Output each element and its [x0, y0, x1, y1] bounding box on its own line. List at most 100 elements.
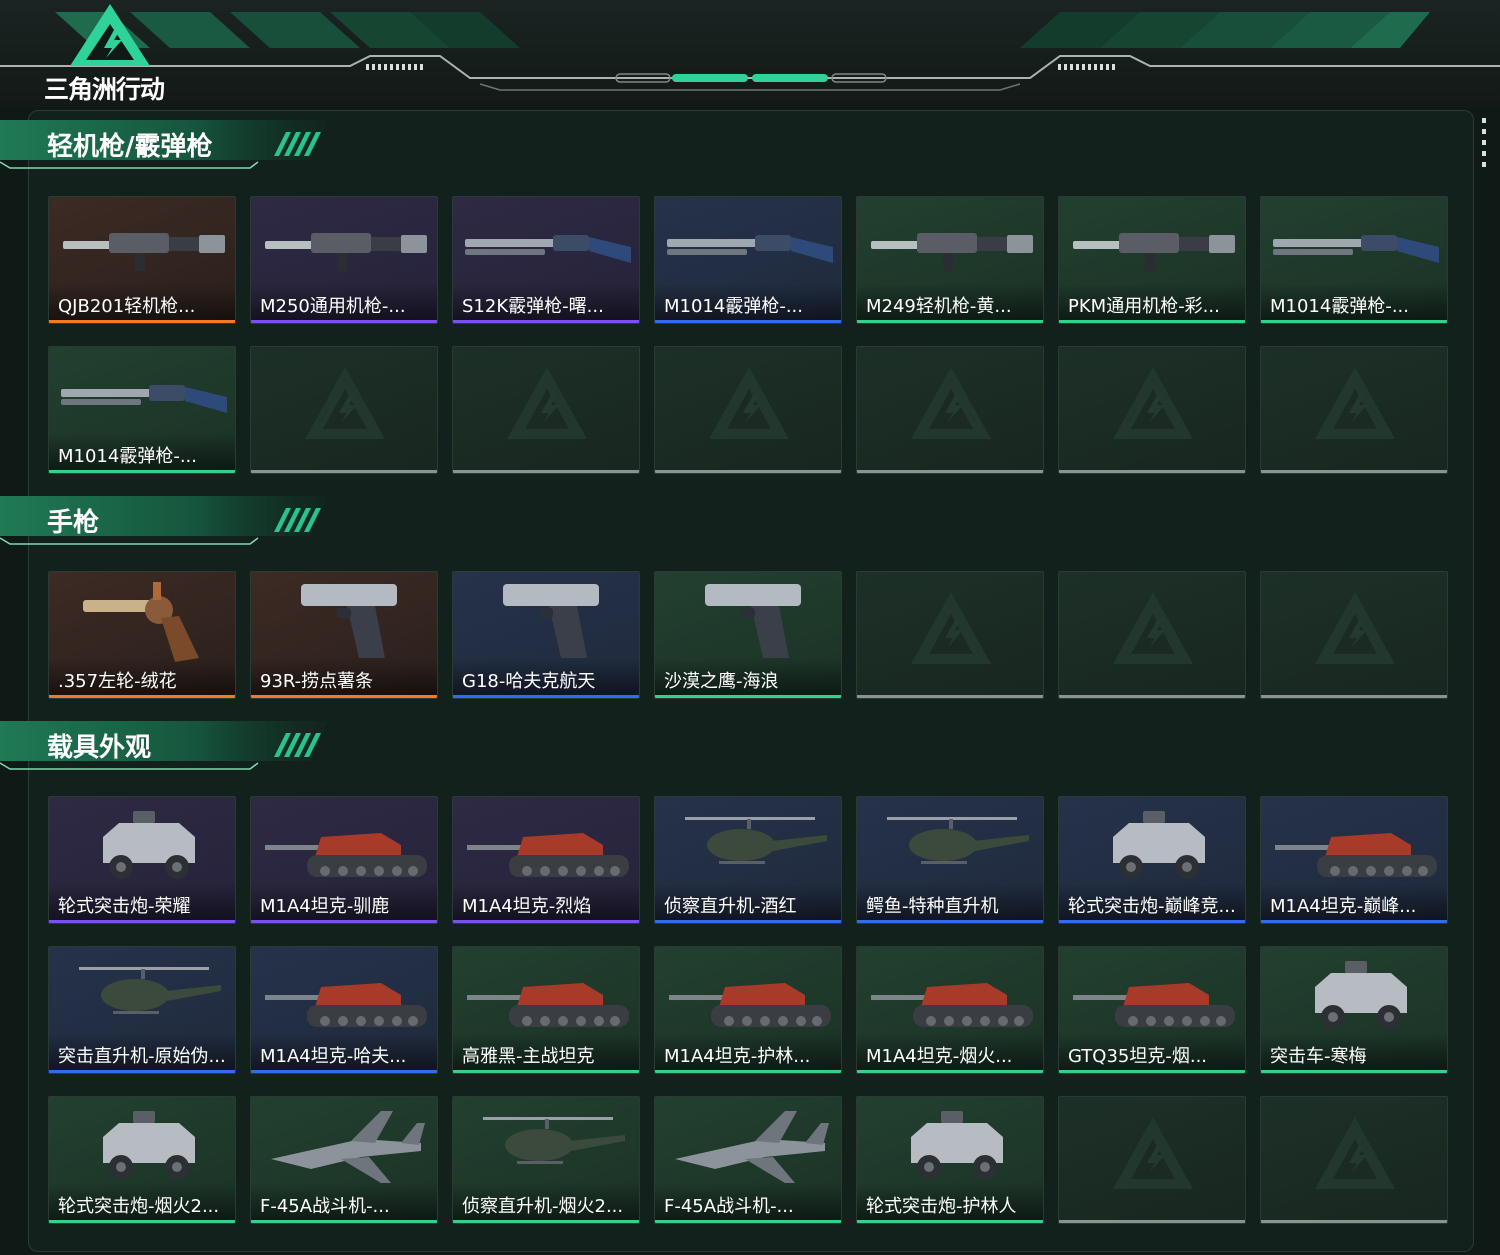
rarity-bar	[49, 695, 235, 698]
item-name: M250通用机枪-...	[260, 296, 406, 317]
item-card[interactable]: 93R-捞点薯条	[250, 571, 438, 699]
helicopter-icon	[685, 817, 827, 864]
item-card[interactable]: 轮式突击炮-烟火2...	[48, 1096, 236, 1224]
item-name: M249轻机枪-黄...	[866, 296, 1012, 317]
item-card[interactable]: M1A4坦克-烈焰	[452, 796, 640, 924]
delta-watermark-icon	[1113, 592, 1193, 664]
item-card[interactable]: S12K霰弹枪-曙...	[452, 196, 640, 324]
tank-icon	[265, 833, 427, 877]
item-card[interactable]: F-45A战斗机-...	[654, 1096, 842, 1224]
delta-watermark-icon	[1315, 367, 1395, 439]
item-name: F-45A战斗机-...	[664, 1196, 794, 1217]
item-card[interactable]: M1014霰弹枪-...	[654, 196, 842, 324]
shotgun-icon	[61, 385, 227, 413]
item-card[interactable]: 突击直升机-原始伪...	[48, 946, 236, 1074]
machine-gun-icon	[871, 233, 1033, 271]
rarity-bar	[655, 1220, 841, 1223]
rarity-bar	[655, 470, 841, 473]
empty-item-slot	[856, 571, 1044, 699]
item-card[interactable]: M1A4坦克-驯鹿	[250, 796, 438, 924]
item-name: 沙漠之鹰-海浪	[664, 671, 779, 692]
scrollbar[interactable]	[1482, 118, 1486, 178]
rarity-bar	[857, 1220, 1043, 1223]
rarity-bar	[857, 920, 1043, 923]
armored-car-icon	[1315, 961, 1407, 1029]
rarity-bar	[1261, 1070, 1447, 1073]
item-card[interactable]: M250通用机枪-...	[250, 196, 438, 324]
shotgun-icon	[465, 235, 631, 263]
helicopter-icon	[483, 1117, 625, 1164]
item-name: 侦察直升机-烟火2...	[462, 1196, 624, 1217]
empty-item-slot	[1260, 1096, 1448, 1224]
item-card[interactable]: M1A4坦克-巅峰...	[1260, 796, 1448, 924]
delta-watermark-icon	[911, 592, 991, 664]
item-card[interactable]: M249轻机枪-黄...	[856, 196, 1044, 324]
delta-watermark-icon	[507, 367, 587, 439]
item-card[interactable]: 轮式突击炮-巅峰竞...	[1058, 796, 1246, 924]
item-card[interactable]: 轮式突击炮-护林人	[856, 1096, 1044, 1224]
item-name	[664, 444, 840, 470]
item-name: M1A4坦克-驯鹿	[260, 896, 390, 917]
item-card[interactable]: M1014霰弹枪-...	[48, 346, 236, 474]
item-name: 轮式突击炮-护林人	[866, 1196, 1017, 1217]
logo-text: 三角洲行动	[44, 75, 165, 104]
item-name: QJB201轻机枪...	[58, 296, 196, 317]
rarity-bar	[655, 320, 841, 323]
item-name	[1068, 669, 1244, 695]
empty-item-slot	[250, 346, 438, 474]
item-name: M1A4坦克-哈夫...	[260, 1046, 407, 1067]
item-card[interactable]: 轮式突击炮-荣耀	[48, 796, 236, 924]
item-card[interactable]: PKM通用机枪-彩...	[1058, 196, 1246, 324]
rarity-bar	[49, 320, 235, 323]
item-name: 突击直升机-原始伪...	[58, 1046, 226, 1067]
rarity-bar	[251, 320, 437, 323]
item-name: 侦察直升机-酒红	[664, 896, 797, 917]
item-name	[866, 444, 1042, 470]
item-name: 轮式突击炮-荣耀	[58, 896, 191, 917]
rarity-bar	[1059, 695, 1245, 698]
rarity-bar	[453, 1070, 639, 1073]
empty-item-slot	[856, 346, 1044, 474]
rarity-bar	[655, 920, 841, 923]
pistol-icon	[503, 584, 599, 658]
top-bar-decoration	[0, 12, 1500, 91]
delta-watermark-icon	[1315, 592, 1395, 664]
item-card[interactable]: QJB201轻机枪...	[48, 196, 236, 324]
armored-car-icon	[103, 811, 195, 879]
tank-icon	[1275, 833, 1437, 877]
delta-watermark-icon	[1315, 1117, 1395, 1189]
item-card[interactable]: M1A4坦克-哈夫...	[250, 946, 438, 1074]
item-name	[1270, 1194, 1446, 1220]
pistol-icon	[705, 584, 801, 658]
item-card[interactable]: G18-哈夫克航天	[452, 571, 640, 699]
rarity-bar	[857, 320, 1043, 323]
item-card[interactable]: GTQ35坦克-烟...	[1058, 946, 1246, 1074]
rarity-bar	[453, 1220, 639, 1223]
empty-item-slot	[1058, 346, 1246, 474]
item-name: F-45A战斗机-...	[260, 1196, 390, 1217]
item-card[interactable]: 侦察直升机-酒红	[654, 796, 842, 924]
empty-item-slot	[654, 346, 842, 474]
section-header: 轻机枪/霰弹枪	[0, 118, 330, 170]
section-title: 载具外观	[47, 733, 152, 763]
item-card[interactable]: F-45A战斗机-...	[250, 1096, 438, 1224]
item-card[interactable]: M1014霰弹枪-...	[1260, 196, 1448, 324]
empty-item-slot	[1260, 346, 1448, 474]
item-card[interactable]: M1A4坦克-烟火...	[856, 946, 1044, 1074]
armored-car-icon	[103, 1111, 195, 1179]
item-name: S12K霰弹枪-曙...	[462, 296, 604, 317]
rarity-bar	[1059, 1070, 1245, 1073]
rarity-bar	[1261, 695, 1447, 698]
rarity-bar	[453, 470, 639, 473]
item-card[interactable]: 沙漠之鹰-海浪	[654, 571, 842, 699]
item-card[interactable]: 突击车-寒梅	[1260, 946, 1448, 1074]
item-card[interactable]: 鳄鱼-特种直升机	[856, 796, 1044, 924]
item-card[interactable]: .357左轮-绒花	[48, 571, 236, 699]
game-logo: 三角洲行动	[44, 0, 184, 104]
item-card[interactable]: 侦察直升机-烟火2...	[452, 1096, 640, 1224]
tank-icon	[265, 983, 427, 1027]
empty-item-slot	[1058, 571, 1246, 699]
item-name	[1068, 444, 1244, 470]
item-card[interactable]: 高雅黑-主战坦克	[452, 946, 640, 1074]
item-card[interactable]: M1A4坦克-护林...	[654, 946, 842, 1074]
